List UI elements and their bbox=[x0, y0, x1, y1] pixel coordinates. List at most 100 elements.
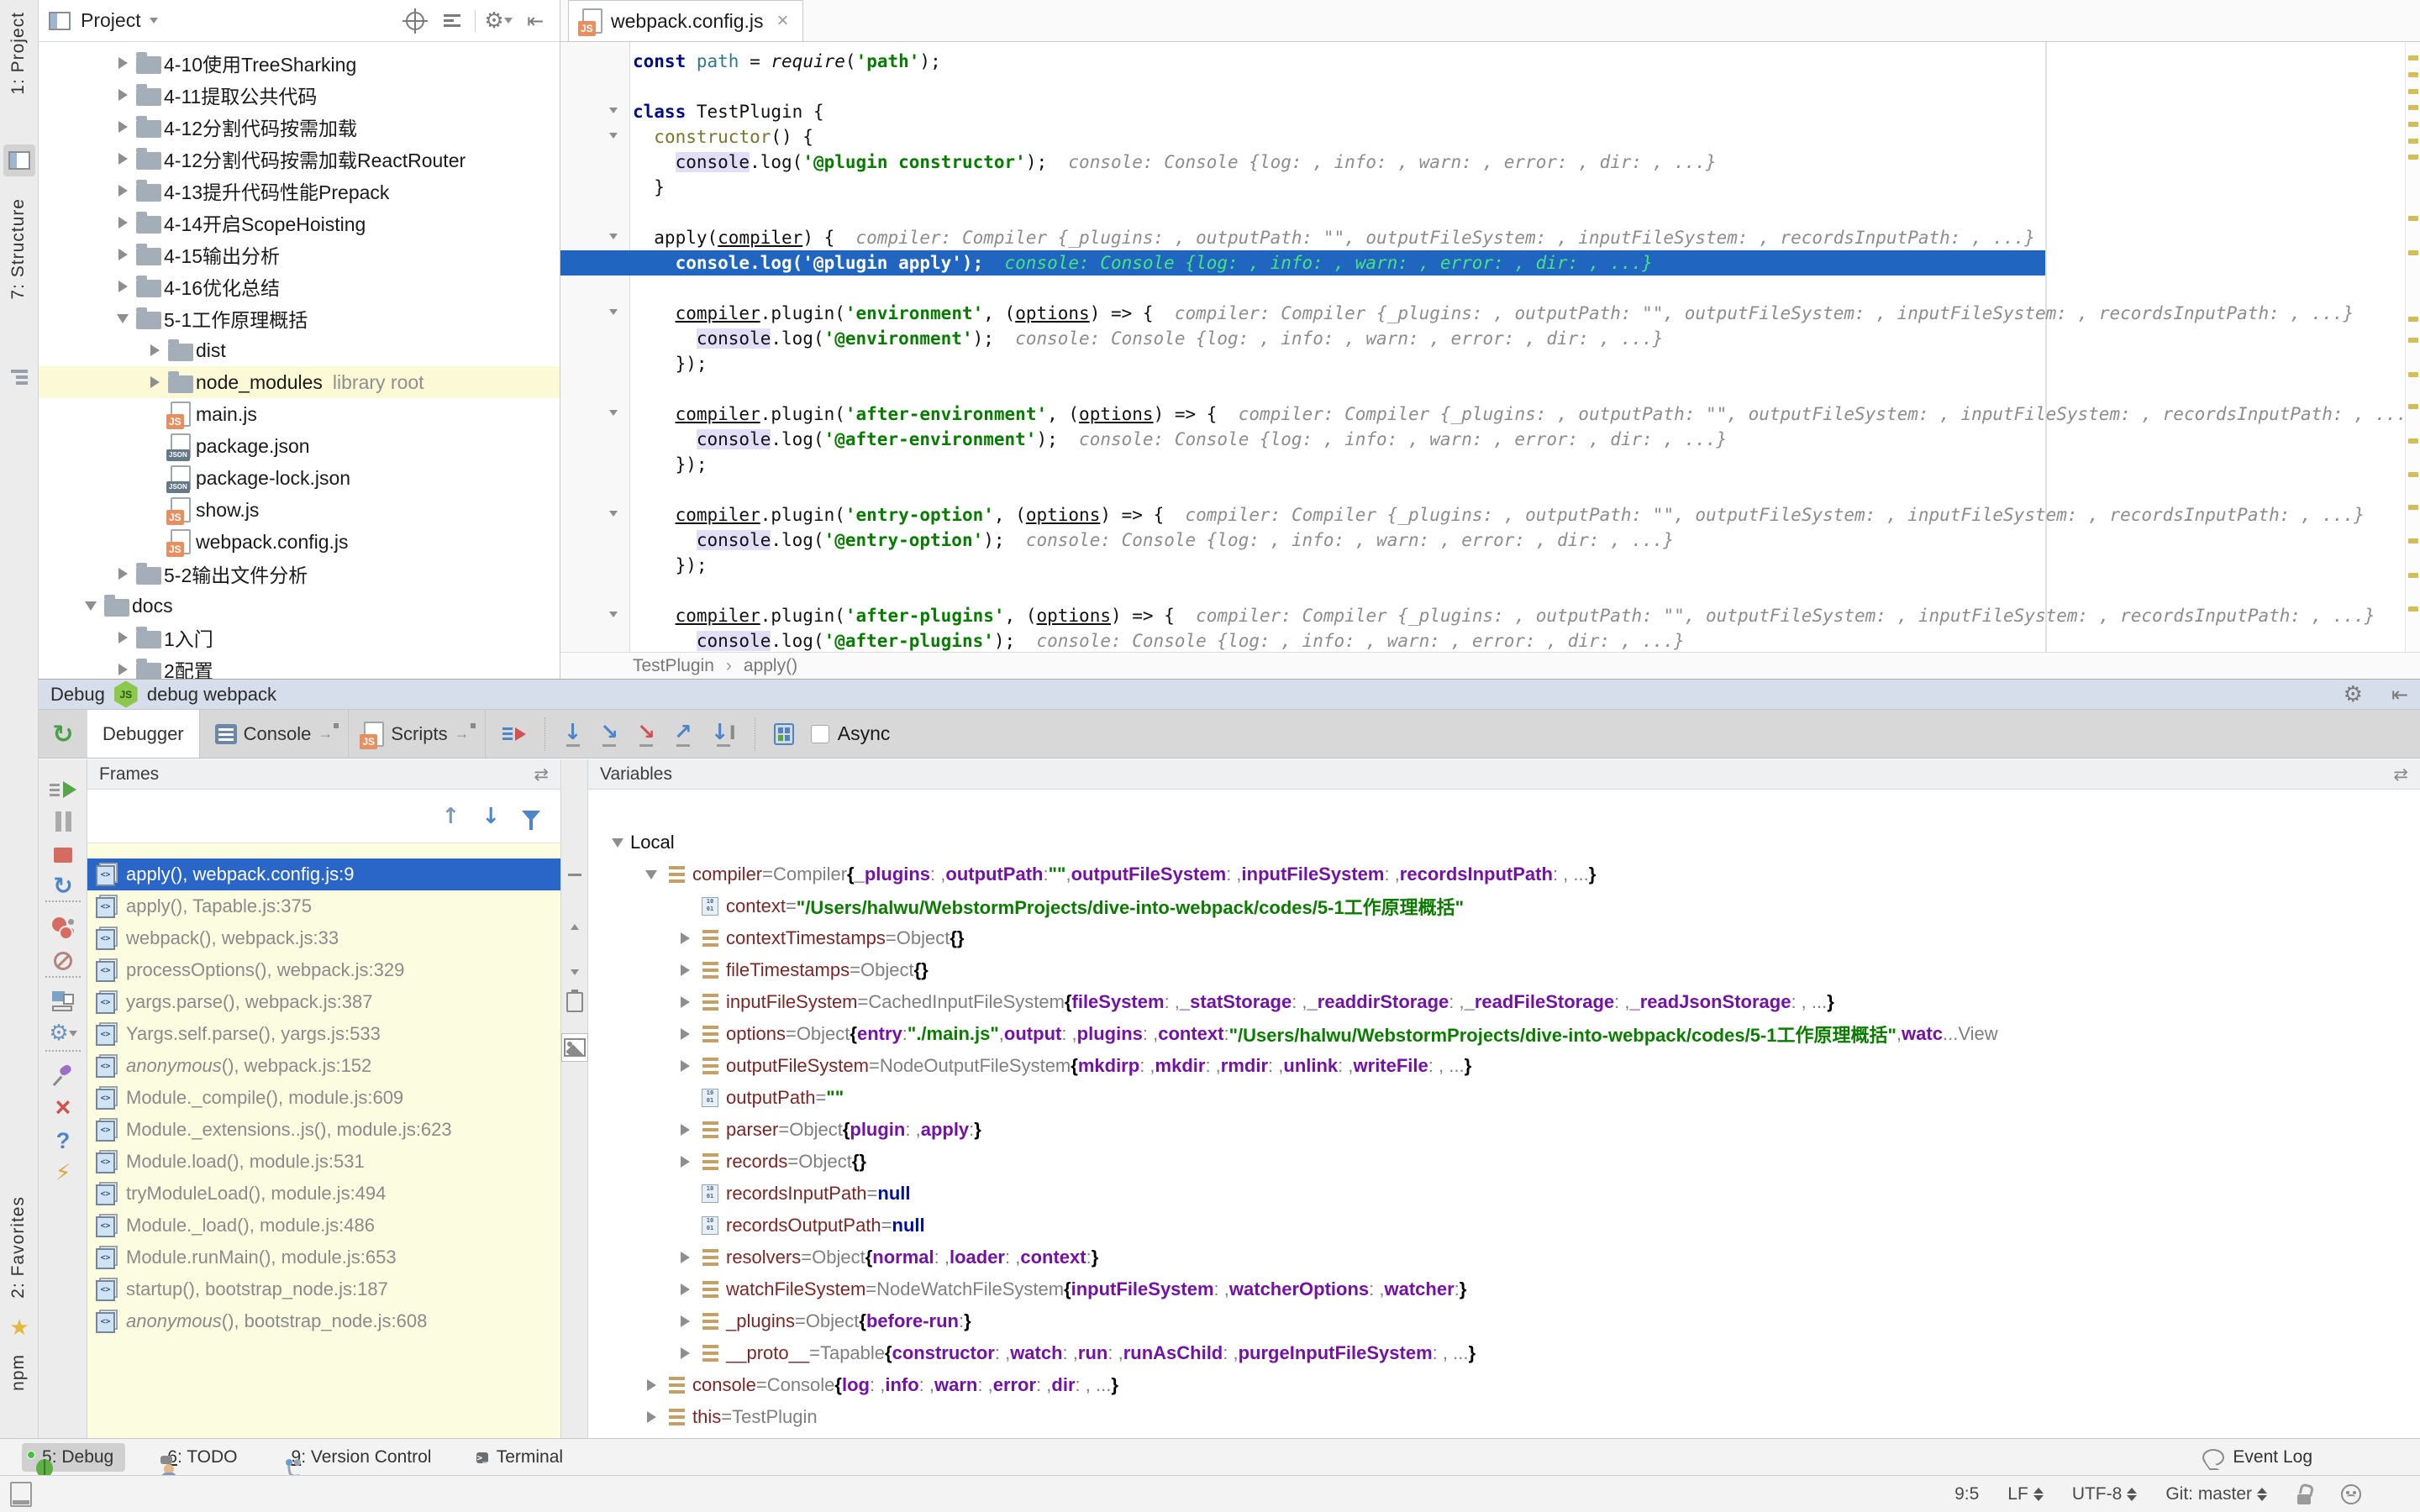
frame-row[interactable]: Module._compile(), module.js:609 bbox=[87, 1082, 560, 1114]
breadcrumb-class[interactable]: TestPlugin bbox=[633, 656, 714, 676]
variable-row[interactable]: 1001outputPath = "" bbox=[588, 1082, 2420, 1114]
frame-down-icon[interactable]: ↓ bbox=[481, 804, 500, 829]
stripe-mark[interactable] bbox=[2408, 404, 2418, 409]
tree-item[interactable]: 2配置 bbox=[39, 654, 560, 679]
filter-icon[interactable] bbox=[522, 811, 540, 822]
tree-item[interactable]: 4-12分割代码按需加载 bbox=[39, 111, 560, 143]
tree-item[interactable]: JSONpackage-lock.json bbox=[39, 462, 560, 494]
tree-item[interactable]: dist bbox=[39, 334, 560, 366]
stripe-mark[interactable] bbox=[2408, 606, 2418, 612]
stripe-mark[interactable] bbox=[2408, 317, 2418, 322]
hide-panel-icon[interactable]: ⇤ bbox=[521, 7, 550, 35]
variable-row[interactable]: _plugins = Object {before-run: } bbox=[588, 1305, 2420, 1337]
debug-tab-debugger[interactable]: Debugger bbox=[87, 710, 200, 758]
expander-icon[interactable] bbox=[672, 1124, 697, 1136]
stripe-mark[interactable] bbox=[2408, 216, 2418, 221]
stripe-button-npm[interactable]: npm bbox=[8, 1354, 29, 1391]
resume-icon[interactable] bbox=[39, 774, 87, 805]
structure-stripe-icon[interactable] bbox=[3, 361, 35, 393]
variable-row[interactable]: resolvers = Object {normal: , loader: , … bbox=[588, 1242, 2420, 1273]
frame-row[interactable]: Module._extensions..js(), module.js:623 bbox=[87, 1114, 560, 1146]
frame-row[interactable]: apply(), Tapable.js:375 bbox=[87, 890, 560, 922]
tree-item[interactable]: 5-2输出文件分析 bbox=[39, 558, 560, 590]
stripe-mark[interactable] bbox=[2408, 372, 2418, 377]
help-icon[interactable]: ? bbox=[39, 1126, 87, 1156]
editor-gutter[interactable] bbox=[560, 42, 630, 652]
variable-row[interactable]: outputFileSystem = NodeOutputFileSystem … bbox=[588, 1050, 2420, 1082]
expander-icon[interactable] bbox=[605, 838, 630, 848]
expander-icon[interactable] bbox=[672, 1284, 697, 1295]
frame-row[interactable]: Module.load(), module.js:531 bbox=[87, 1146, 560, 1178]
variable-row[interactable]: contextTimestamps = Object {} bbox=[588, 922, 2420, 954]
tree-item[interactable]: 4-12分割代码按需加载ReactRouter bbox=[39, 143, 560, 175]
variable-row[interactable]: compiler = Compiler {_plugins: , outputP… bbox=[588, 858, 2420, 890]
stripe-mark[interactable] bbox=[2408, 573, 2418, 578]
mute-breakpoints-icon[interactable] bbox=[39, 946, 87, 976]
stripe-mark[interactable] bbox=[2408, 139, 2418, 144]
async-checkbox[interactable] bbox=[811, 725, 829, 743]
gear-icon[interactable]: ⚙ bbox=[2344, 684, 2363, 706]
tree-item[interactable]: 4-10使用TreeSharking bbox=[39, 47, 560, 79]
hector-icon[interactable] bbox=[2341, 1484, 2361, 1504]
fold-icon[interactable] bbox=[609, 612, 618, 617]
show-execution-point-icon[interactable] bbox=[502, 727, 526, 741]
close-icon[interactable]: × bbox=[777, 9, 789, 33]
stripe-mark[interactable] bbox=[2408, 122, 2418, 127]
error-stripe[interactable] bbox=[2405, 42, 2420, 652]
variable-row[interactable]: records = Object {} bbox=[588, 1146, 2420, 1178]
expander-icon[interactable] bbox=[672, 1028, 697, 1040]
variable-row[interactable]: fileTimestamps = Object {} bbox=[588, 954, 2420, 986]
frame-row[interactable]: anonymous(), webpack.js:152 bbox=[87, 1050, 560, 1082]
fold-icon[interactable] bbox=[609, 511, 618, 517]
expander-icon[interactable] bbox=[672, 1060, 697, 1072]
step-into-icon[interactable]: ↘ bbox=[600, 722, 618, 747]
stripe-mark[interactable] bbox=[2408, 72, 2418, 77]
caret-position[interactable]: 9:5 bbox=[1954, 1484, 1979, 1504]
lock-icon[interactable] bbox=[2296, 1484, 2312, 1504]
expander-icon[interactable] bbox=[639, 870, 664, 879]
line-ending-selector[interactable]: LF bbox=[2007, 1484, 2044, 1504]
tree-item[interactable]: node_moduleslibrary root bbox=[39, 366, 560, 398]
settings-gear-icon[interactable]: ⚙ bbox=[39, 1018, 87, 1048]
stripe-mark[interactable] bbox=[2408, 472, 2418, 477]
stripe-button-favorites[interactable]: 2: Favorites bbox=[8, 1196, 29, 1299]
expander-icon[interactable] bbox=[672, 1315, 697, 1327]
expander-icon[interactable] bbox=[672, 932, 697, 944]
rerun-icon[interactable]: ↻ bbox=[39, 710, 87, 759]
tree-item[interactable]: 1入门 bbox=[39, 622, 560, 654]
variable-row[interactable]: console = Console {log: , info: , warn: … bbox=[588, 1369, 2420, 1401]
variable-row[interactable]: 1001recordsOutputPath = null bbox=[588, 1210, 2420, 1242]
stripe-mark[interactable] bbox=[2408, 105, 2418, 110]
hide-frames-icon[interactable] bbox=[561, 860, 588, 889]
copy-stack-icon[interactable] bbox=[561, 988, 588, 1016]
collapse-all-icon[interactable] bbox=[438, 7, 466, 35]
frame-up-icon[interactable]: ↑ bbox=[441, 804, 460, 829]
toolwindow-button-debug[interactable]: 5: Debug bbox=[22, 1443, 125, 1472]
frame-row[interactable]: webpack(), webpack.js:33 bbox=[87, 922, 560, 954]
stripe-mark[interactable] bbox=[2408, 505, 2418, 510]
variable-row[interactable]: options = Object {entry: "./main.js", ou… bbox=[588, 1018, 2420, 1050]
variable-row[interactable]: watchFileSystem = NodeWatchFileSystem {i… bbox=[588, 1273, 2420, 1305]
view-breakpoints-icon[interactable] bbox=[39, 912, 87, 942]
variable-row[interactable]: this = TestPlugin bbox=[588, 1401, 2420, 1433]
toolwindow-button-todo[interactable]: 6: TODO bbox=[147, 1443, 249, 1472]
stripe-mark[interactable] bbox=[2408, 438, 2418, 444]
frame-row[interactable]: startup(), bootstrap_node.js:187 bbox=[87, 1273, 560, 1305]
variable-row[interactable]: inputFileSystem = CachedInputFileSystem … bbox=[588, 986, 2420, 1018]
tree-item[interactable]: 4-14开启ScopeHoisting bbox=[39, 207, 560, 239]
expander-icon[interactable] bbox=[639, 1411, 664, 1423]
locate-file-icon[interactable] bbox=[401, 7, 429, 35]
variable-row[interactable]: __proto__ = Tapable {constructor: , watc… bbox=[588, 1337, 2420, 1369]
chevron-down-icon[interactable] bbox=[150, 18, 158, 24]
toolwindow-switcher-icon[interactable] bbox=[10, 1482, 32, 1507]
tab-webpack-config[interactable]: JS webpack.config.js × bbox=[568, 0, 803, 41]
breadcrumb-method[interactable]: apply() bbox=[744, 656, 797, 676]
frame-row[interactable]: apply(), webpack.config.js:9 bbox=[87, 858, 560, 890]
pause-icon[interactable] bbox=[39, 806, 87, 837]
fold-icon[interactable] bbox=[609, 309, 618, 315]
stripe-button-structure[interactable]: 7: Structure bbox=[8, 198, 29, 300]
chevron-down-icon[interactable] bbox=[561, 958, 588, 986]
tree-item[interactable]: JSwebpack.config.js bbox=[39, 526, 560, 558]
evaluate-expression-icon[interactable] bbox=[774, 723, 794, 745]
encoding-selector[interactable]: UTF-8 bbox=[2072, 1484, 2138, 1504]
